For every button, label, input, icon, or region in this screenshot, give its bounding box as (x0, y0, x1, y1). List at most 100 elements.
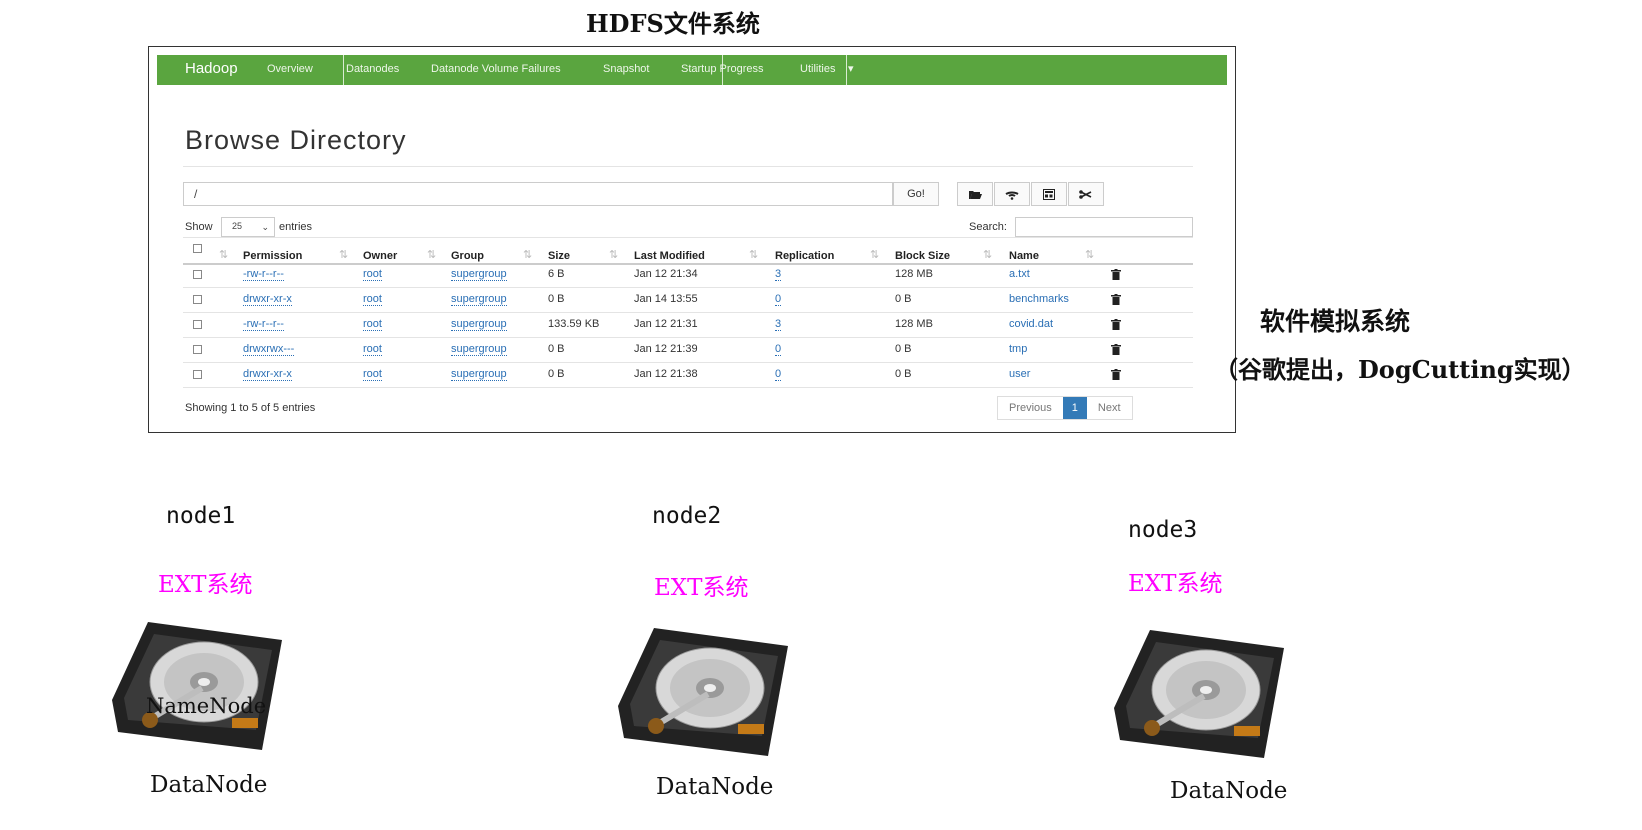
replication-cell[interactable]: 0 (775, 343, 782, 356)
divider (183, 362, 1193, 363)
row-checkbox[interactable] (193, 370, 202, 379)
owner-cell[interactable]: root (363, 343, 382, 356)
sort-icon[interactable]: ⇅ (609, 248, 618, 261)
page-size-select[interactable]: 25 ⌄ (221, 217, 275, 237)
permission-cell[interactable]: drwxrwx--- (243, 343, 295, 356)
file-name-link[interactable]: benchmarks (1009, 293, 1069, 305)
group-cell[interactable]: supergroup (451, 368, 507, 381)
showing-entries-text: Showing 1 to 5 of 5 entries (185, 402, 316, 414)
sort-icon[interactable]: ⇅ (870, 248, 879, 261)
replication-cell[interactable]: 3 (775, 268, 782, 281)
size-cell: 6 B (548, 268, 565, 280)
create-directory-icon[interactable] (1031, 182, 1067, 206)
column-header-group[interactable]: Group (451, 250, 484, 262)
sort-icon[interactable]: ⇅ (339, 248, 348, 261)
column-header-size[interactable]: Size (548, 250, 570, 262)
hard-drive-icon (618, 628, 788, 756)
block-size-cell: 128 MB (895, 268, 933, 280)
page-1-button[interactable]: 1 (1062, 397, 1087, 419)
page-heading: Browse Directory (185, 125, 407, 155)
group-cell[interactable]: supergroup (451, 293, 507, 306)
owner-cell[interactable]: root (363, 268, 382, 281)
nav-item-datanodes[interactable]: Datanodes (346, 63, 399, 75)
node2-fs-label: EXT系统 (654, 575, 749, 601)
row-checkbox[interactable] (193, 320, 202, 329)
go-button[interactable]: Go! (893, 182, 939, 206)
permission-cell[interactable]: drwxr-xr-x (243, 368, 292, 381)
show-label: Show (185, 221, 213, 233)
group-cell[interactable]: supergroup (451, 268, 507, 281)
cut-icon[interactable] (1068, 182, 1104, 206)
nav-brand[interactable]: Hadoop (185, 60, 238, 77)
owner-cell[interactable]: root (363, 293, 382, 306)
column-header-block-size[interactable]: Block Size (895, 250, 950, 262)
trash-icon[interactable] (1111, 344, 1121, 355)
sort-icon[interactable]: ⇅ (983, 248, 992, 261)
path-input[interactable]: / (183, 182, 893, 206)
select-all-checkbox[interactable] (193, 244, 202, 253)
file-name-link[interactable]: a.txt (1009, 268, 1030, 280)
permission-cell[interactable]: -rw-r--r-- (243, 268, 284, 281)
size-cell: 133.59 KB (548, 318, 600, 330)
group-cell[interactable]: supergroup (451, 318, 507, 331)
side-note-subtitle: （谷歌提出，DogCutting实现） (1214, 355, 1586, 384)
trash-icon[interactable] (1111, 269, 1121, 280)
nav-item-startup-progress[interactable]: Startup Progress (681, 63, 764, 75)
column-header-owner[interactable]: Owner (363, 250, 397, 262)
column-header-replication[interactable]: Replication (775, 250, 834, 262)
file-name-link[interactable]: tmp (1009, 343, 1027, 355)
next-page-button[interactable]: Next (1087, 397, 1132, 419)
row-checkbox[interactable] (193, 270, 202, 279)
modified-cell: Jan 12 21:34 (634, 268, 698, 280)
caret-down-icon[interactable]: ▾ (848, 62, 854, 75)
column-header-permission[interactable]: Permission (243, 250, 302, 262)
previous-page-button[interactable]: Previous (998, 397, 1063, 419)
node3-fs-label: EXT系统 (1128, 571, 1223, 597)
nav-item-overview[interactable]: Overview (267, 63, 313, 75)
folder-open-icon[interactable] (957, 182, 993, 206)
nav-item-snapshot[interactable]: Snapshot (603, 63, 649, 75)
permission-cell[interactable]: drwxr-xr-x (243, 293, 292, 306)
column-header-last-modified[interactable]: Last Modified (634, 250, 705, 262)
sort-icon[interactable]: ⇅ (523, 248, 532, 261)
row-checkbox[interactable] (193, 345, 202, 354)
sort-icon[interactable]: ⇅ (427, 248, 436, 261)
entries-label: entries (279, 221, 313, 233)
permission-cell[interactable]: -rw-r--r-- (243, 318, 284, 331)
owner-cell[interactable]: root (363, 318, 382, 331)
replication-cell[interactable]: 0 (775, 368, 782, 381)
replication-cell[interactable]: 0 (775, 293, 782, 306)
chevron-down-icon: ⌄ (261, 222, 269, 232)
hard-drive-icon (1114, 630, 1284, 758)
page-size-value: 25 (232, 221, 243, 231)
sort-icon[interactable]: ⇅ (219, 248, 228, 261)
nav-separator (343, 55, 344, 85)
node2-datanode-label: DataNode (656, 774, 774, 800)
search-input[interactable] (1015, 217, 1193, 237)
hard-drive-icon (112, 622, 282, 750)
row-checkbox[interactable] (193, 295, 202, 304)
owner-cell[interactable]: root (363, 368, 382, 381)
sort-icon[interactable]: ⇅ (1085, 248, 1094, 261)
sort-icon[interactable]: ⇅ (749, 248, 758, 261)
size-cell: 0 B (548, 293, 565, 305)
upload-icon[interactable] (994, 182, 1030, 206)
divider (183, 263, 1193, 265)
group-cell[interactable]: supergroup (451, 343, 507, 356)
block-size-cell: 0 B (895, 293, 912, 305)
node1-label: node1 (166, 503, 236, 529)
nav-item-volume-failures[interactable]: Datanode Volume Failures (431, 63, 561, 75)
trash-icon[interactable] (1111, 294, 1121, 305)
trash-icon[interactable] (1111, 369, 1121, 380)
trash-icon[interactable] (1111, 319, 1121, 330)
file-name-link[interactable]: covid.dat (1009, 318, 1053, 330)
nav-item-utilities[interactable]: Utilities (800, 63, 835, 75)
column-header-name[interactable]: Name (1009, 250, 1039, 262)
pagination: Previous 1 Next (997, 396, 1133, 420)
file-name-link[interactable]: user (1009, 368, 1030, 380)
nav-separator (846, 55, 847, 85)
node1-datanode-label: DataNode (150, 772, 268, 798)
replication-cell[interactable]: 3 (775, 318, 782, 331)
size-cell: 0 B (548, 368, 565, 380)
divider (183, 237, 1193, 238)
